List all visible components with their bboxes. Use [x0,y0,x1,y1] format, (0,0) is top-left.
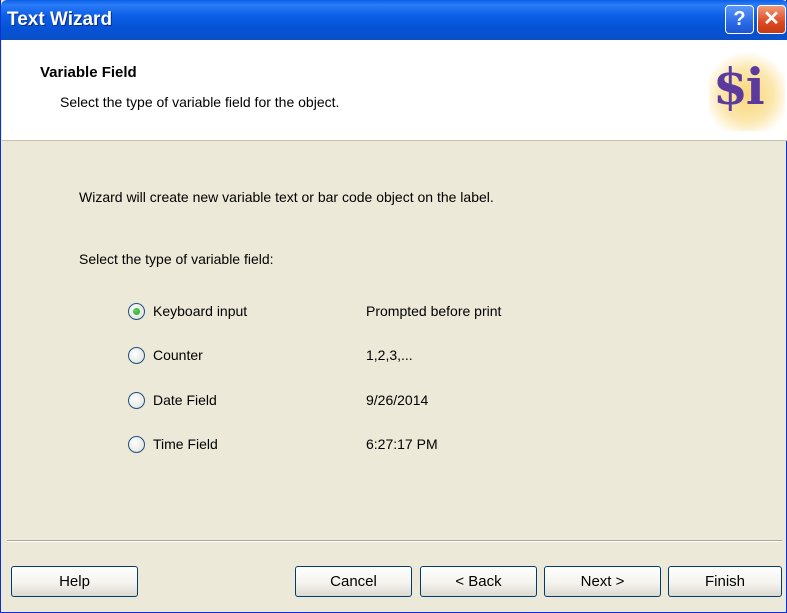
help-title-button[interactable]: ? [725,5,754,34]
option-description: Prompted before print [366,303,502,319]
cancel-button[interactable]: Cancel [295,566,412,597]
wizard-logo-icon: $i [709,51,785,131]
next-button[interactable]: Next > [544,566,661,597]
option-label[interactable]: Date Field [153,392,217,408]
option-description: 1,2,3,... [366,347,413,363]
close-button[interactable]: ✕ [757,5,786,34]
question-mark-icon: ? [733,8,746,30]
wizard-header: Variable Field Select the type of variab… [2,40,787,141]
radio-button-icon[interactable] [128,436,145,453]
radio-button-icon[interactable] [128,347,145,364]
option-description: 9/26/2014 [366,392,429,408]
option-label[interactable]: Counter [153,347,203,363]
page-subtitle: Select the type of variable field for th… [60,94,340,110]
footer-separator [7,540,782,542]
option-label[interactable]: Keyboard input [153,303,247,319]
close-icon: ✕ [763,8,780,30]
radio-button-icon[interactable] [128,392,145,409]
back-button[interactable]: < Back [420,566,537,597]
option-description: 6:27:17 PM [366,436,438,452]
text-wizard-dialog: Text Wizard ? ✕ Variable Field Select th… [0,0,787,613]
finish-button[interactable]: Finish [668,566,782,597]
intro-text: Wizard will create new variable text or … [79,189,494,205]
select-type-label: Select the type of variable field: [79,251,274,267]
radio-button-checked-icon[interactable] [128,303,145,320]
window-title: Text Wizard [7,9,113,30]
page-title: Variable Field [40,64,137,81]
help-button[interactable]: Help [11,566,138,597]
title-bar[interactable]: Text Wizard ? ✕ [1,0,787,40]
wizard-content: Wizard will create new variable text or … [2,141,787,539]
logo-text: $i [713,57,765,116]
option-label[interactable]: Time Field [153,436,218,452]
